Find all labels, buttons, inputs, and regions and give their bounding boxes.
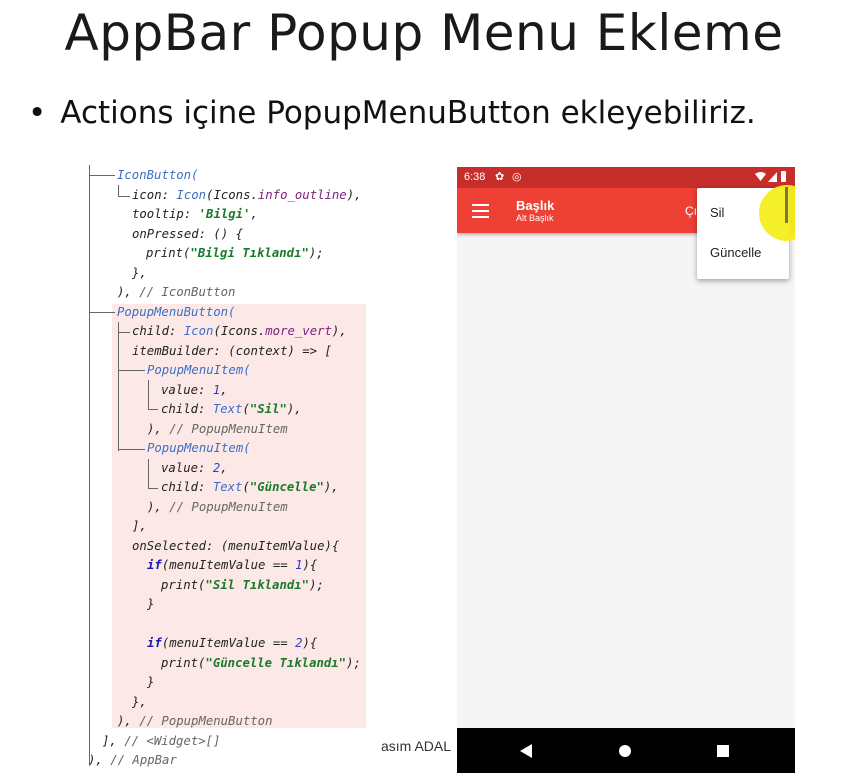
bullet-point: • Actions içine PopupMenuButton ekleyebil… xyxy=(28,95,756,131)
tree-guide xyxy=(148,380,149,410)
code-block: IconButton( icon: Icon(Icons.info_outlin… xyxy=(86,165,368,770)
code-line: onPressed: () { xyxy=(132,227,244,241)
tree-guide xyxy=(118,449,145,450)
tree-guide xyxy=(118,196,130,197)
code-line: } xyxy=(147,675,155,689)
tree-guide xyxy=(118,332,130,333)
sync-icon: ◎ xyxy=(512,171,522,183)
app-bar-title: Başlık xyxy=(516,198,555,213)
tree-guide xyxy=(89,175,115,176)
settings-icon: ✿ xyxy=(495,171,505,183)
code-line: icon: Icon(Icons.info_outline), xyxy=(132,188,362,202)
code-line: PopupMenuItem( xyxy=(147,441,251,455)
code-line: print("Güncelle Tıklandı"); xyxy=(161,656,361,670)
code-line: ), // PopupMenuItem xyxy=(147,422,288,436)
code-line: child: Text("Güncelle"), xyxy=(161,480,339,494)
status-time: 6:38 xyxy=(464,171,486,183)
code-line: }, xyxy=(132,695,147,709)
code-line: ), // PopupMenuItem xyxy=(147,500,288,514)
signal-icon xyxy=(768,172,777,182)
recents-icon[interactable] xyxy=(717,745,729,757)
tree-guide xyxy=(148,459,149,489)
battery-icon xyxy=(781,171,786,182)
app-bar-subtitle: Alt Başlık xyxy=(516,213,554,223)
code-line: child: Icon(Icons.more_vert), xyxy=(132,324,347,338)
phone-screen: 6:38 ✿ ◎ Başlık Alt Başlık Çı Sil Güncel… xyxy=(457,167,795,773)
tree-guide xyxy=(118,351,119,451)
app-bar-action[interactable]: Çı xyxy=(685,204,697,218)
code-line: PopupMenuItem( xyxy=(147,363,251,377)
menu-item-sil[interactable]: Sil xyxy=(710,205,724,220)
tree-guide xyxy=(118,322,119,354)
code-line: } xyxy=(147,597,155,611)
home-icon[interactable] xyxy=(619,745,631,757)
status-bar: 6:38 ✿ ◎ xyxy=(457,167,795,188)
navigation-bar xyxy=(457,728,795,773)
footer-author: asım ADAL xyxy=(381,738,452,754)
code-line: onSelected: (menuItemValue){ xyxy=(132,539,340,553)
tree-guide xyxy=(89,312,115,313)
code-line: print("Bilgi Tıklandı"); xyxy=(146,246,324,260)
code-line: ], xyxy=(132,519,147,533)
code-line: value: 1, xyxy=(161,383,228,397)
tree-guide xyxy=(89,165,90,765)
tree-guide xyxy=(148,488,158,489)
tree-guide xyxy=(118,370,145,371)
code-line: PopupMenuButton( xyxy=(117,305,236,319)
bullet-dot-icon: • xyxy=(28,95,47,131)
slide-title: AppBar Popup Menu Ekleme xyxy=(64,4,784,62)
tree-guide xyxy=(148,409,158,410)
code-line: itemBuilder: (context) => [ xyxy=(132,344,332,358)
code-line: IconButton( xyxy=(117,168,199,182)
menu-icon[interactable] xyxy=(472,204,489,218)
code-line: tooltip: 'Bilgi', xyxy=(132,207,258,221)
back-icon[interactable] xyxy=(520,744,532,758)
code-line: ), // PopupMenuButton xyxy=(117,714,273,728)
code-line: if(menuItemValue == 2){ xyxy=(147,636,318,650)
code-line: ], // <Widget>[] xyxy=(102,734,221,748)
code-line: ), // AppBar xyxy=(88,753,177,767)
code-line: value: 2, xyxy=(161,461,228,475)
wifi-icon xyxy=(755,172,766,181)
menu-item-guncelle[interactable]: Güncelle xyxy=(710,245,761,260)
bullet-text: Actions içine PopupMenuButton ekleyebili… xyxy=(60,95,756,131)
code-line: ), // IconButton xyxy=(117,285,236,299)
code-line: print("Sil Tıklandı"); xyxy=(161,578,324,592)
code-line: }, xyxy=(132,266,147,280)
code-line: if(menuItemValue == 1){ xyxy=(147,558,318,572)
more-vert-icon[interactable] xyxy=(785,187,788,223)
code-line: child: Text("Sil"), xyxy=(161,402,302,416)
